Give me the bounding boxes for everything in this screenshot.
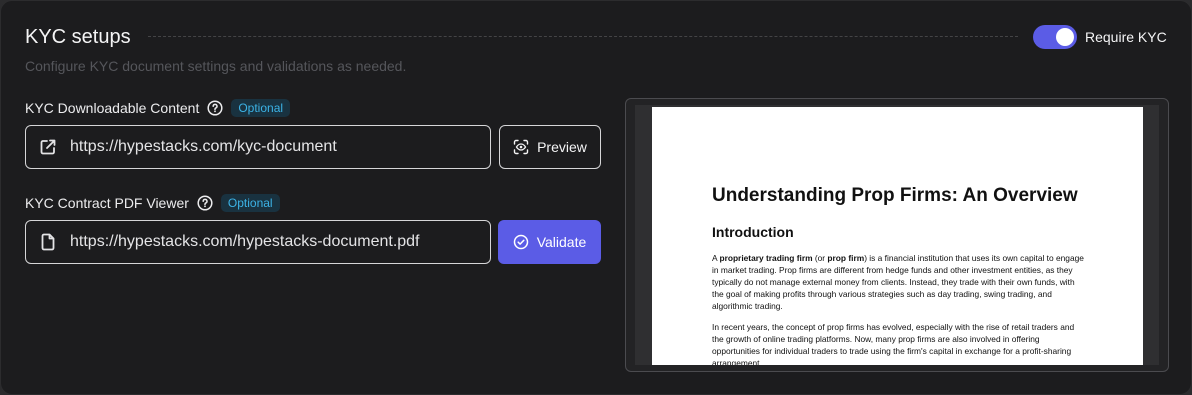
contract-url-value: https://hypestacks.com/hypestacks-docume… <box>70 233 420 250</box>
help-icon[interactable] <box>207 100 223 116</box>
check-circle-icon <box>513 234 528 250</box>
contract-field-label: KYC Contract PDF Viewer Optional <box>25 194 280 212</box>
validate-button[interactable]: Validate <box>498 220 601 264</box>
pdf-page: Understanding Prop Firms: An Overview In… <box>652 107 1143 365</box>
section-subtitle: Configure KYC document settings and vali… <box>25 58 407 74</box>
downloadable-field-label: KYC Downloadable Content Optional <box>25 99 291 117</box>
downloadable-url-value: https://hypestacks.com/kyc-document <box>70 138 337 155</box>
section-title: KYC setups <box>25 26 131 48</box>
scan-eye-icon <box>513 139 529 155</box>
pdf-title: Understanding Prop Firms: An Overview <box>712 185 1078 206</box>
pdf-viewer[interactable]: Understanding Prop Firms: An Overview In… <box>635 105 1159 365</box>
title-divider <box>148 36 1018 37</box>
contract-label-text: KYC Contract PDF Viewer <box>25 194 189 211</box>
downloadable-label-text: KYC Downloadable Content <box>25 99 200 116</box>
pdf-preview-panel[interactable]: Understanding Prop Firms: An Overview In… <box>625 98 1169 372</box>
contract-url-input[interactable]: https://hypestacks.com/hypestacks-docume… <box>25 220 491 264</box>
optional-badge: Optional <box>231 99 291 117</box>
preview-button[interactable]: Preview <box>499 125 601 169</box>
validate-button-label: Validate <box>536 234 587 250</box>
preview-button-label: Preview <box>537 139 587 155</box>
downloadable-url-input[interactable]: https://hypestacks.com/kyc-document <box>25 125 491 169</box>
require-kyc-toggle[interactable] <box>1033 25 1077 49</box>
external-link-icon <box>40 139 56 155</box>
document-icon <box>41 233 55 251</box>
kyc-setups-card: KYC setups Require KYC Configure KYC doc… <box>0 0 1192 395</box>
pdf-section-heading: Introduction <box>712 224 794 240</box>
optional-badge: Optional <box>220 194 280 212</box>
pdf-paragraph-1: A proprietary trading firm (or prop firm… <box>712 253 1084 311</box>
require-kyc-label: Require KYC <box>1085 29 1167 45</box>
toggle-knob <box>1056 28 1074 46</box>
pdf-paragraph-2: In recent years, the concept of prop fir… <box>712 322 1075 365</box>
help-icon[interactable] <box>197 195 213 211</box>
